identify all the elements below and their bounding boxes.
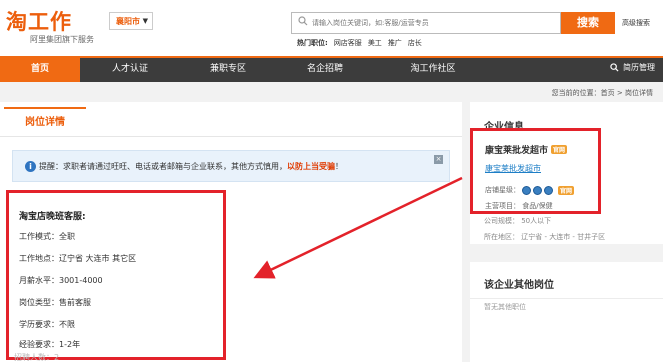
official-badge: 官网: [551, 145, 568, 154]
search-icon: [610, 63, 619, 72]
other-jobs-title: 该企业其他岗位: [484, 280, 554, 291]
city-select-value: 襄阳市: [116, 17, 140, 26]
company-name: 康宝莱批发超市 官网: [485, 143, 568, 156]
chevron-down-icon: ▼: [142, 17, 148, 25]
job-detail-row-cut: 招聘人数：2: [14, 353, 60, 362]
nav-item-famous-companies[interactable]: 名企招聘: [276, 58, 374, 82]
main-nav: 首页 人才认证 兼职专区 名企招聘 淘工作社区 简历管理: [0, 56, 663, 82]
notice-suffix: ！: [335, 162, 343, 171]
resume-management-link[interactable]: 简历管理: [610, 62, 655, 73]
hot-job-link[interactable]: 美工: [368, 38, 382, 48]
job-detail-row: 工作地点：辽宁省 大连市 其它区: [19, 254, 137, 263]
advanced-search-link[interactable]: 高级搜索: [622, 18, 650, 28]
header: 淘工作 阿里集团旗下服务 襄阳市 ▼ 搜索 高级搜索 热门职位: 网店客服 美工…: [0, 0, 663, 56]
tab-job-detail[interactable]: 岗位详情: [4, 107, 86, 137]
job-detail-row: 月薪水平：3001-4000: [19, 276, 103, 285]
search-box[interactable]: [291, 12, 561, 34]
hot-jobs: 热门职位: 网店客服 美工 推广 店长: [297, 38, 422, 48]
hot-job-link[interactable]: 网店客服: [334, 38, 362, 48]
notice-warning[interactable]: 以防上当受骗: [287, 162, 335, 171]
notice-prefix: 提醒：求职者请通过旺旺、电话或者邮箱与企业联系，其他方式慎用，: [39, 162, 287, 171]
site-logo[interactable]: 淘工作: [6, 6, 72, 36]
search-input[interactable]: [312, 16, 552, 30]
search-icon: [298, 16, 308, 26]
nav-item-talent-certification[interactable]: 人才认证: [80, 58, 180, 82]
job-detail-row: 岗位类型：售前客服: [19, 298, 91, 307]
nav-item-part-time[interactable]: 兼职专区: [180, 58, 276, 82]
company-scale: 公司规模： 50人以下: [484, 217, 552, 225]
hot-jobs-label: 热门职位:: [297, 39, 328, 47]
job-details-box: 淘宝店晚班客服: 工作模式：全职 工作地点：辽宁省 大连市 其它区 月薪水平：3…: [6, 190, 226, 360]
diamond-icon: [544, 185, 553, 195]
other-jobs-divider: [470, 298, 663, 299]
company-name-text: 康宝莱批发超市: [485, 146, 549, 156]
logo-subtitle: 阿里集团旗下服务: [30, 35, 94, 44]
nav-item-home[interactable]: 首页: [0, 58, 80, 82]
notice-text: 提醒：求职者请通过旺旺、电话或者邮箱与企业联系，其他方式慎用，以防上当受骗！: [39, 161, 343, 172]
main-business: 主营项目： 食品/保健: [485, 202, 553, 210]
diamond-icon: [533, 185, 542, 195]
safety-notice: i 提醒：求职者请通过旺旺、电话或者邮箱与企业联系，其他方式慎用，以防上当受骗！…: [12, 150, 450, 182]
hot-job-link[interactable]: 店长: [408, 38, 422, 48]
other-jobs-panel: 该企业其他岗位 暂无其他职位: [470, 262, 663, 362]
company-highlight-box: 康宝莱批发超市 官网 康宝莱批发超市 店铺星级： 官网 主营项目： 食品/保健: [470, 128, 601, 214]
job-title: 淘宝店晚班客服:: [19, 212, 86, 222]
other-jobs-empty: 暂无其他职位: [484, 303, 526, 311]
hot-job-link[interactable]: 推广: [388, 38, 402, 48]
shop-rating-label: 店铺星级：: [485, 186, 520, 194]
shop-rating: 店铺星级： 官网: [485, 185, 575, 195]
job-detail-row: 经验要求：1-2年: [19, 340, 81, 349]
info-icon: i: [25, 161, 36, 172]
close-icon[interactable]: ×: [434, 155, 443, 164]
diamond-icon: [522, 185, 531, 195]
resume-management-label: 简历管理: [623, 63, 655, 72]
tab-divider: [0, 136, 462, 137]
company-region: 所在地区： 辽宁省 - 大连市 - 甘井子区: [484, 233, 606, 241]
job-detail-row: 工作模式：全职: [19, 232, 75, 241]
nav-item-community[interactable]: 淘工作社区: [374, 58, 492, 82]
search-button[interactable]: 搜索: [561, 12, 615, 34]
breadcrumb: 您当前的位置：首页 > 岗位详情: [551, 89, 653, 97]
company-shop-link[interactable]: 康宝莱批发超市: [485, 163, 541, 174]
official-badge: 官网: [558, 185, 575, 195]
job-detail-row: 学历要求：不限: [19, 320, 75, 329]
city-select[interactable]: 襄阳市 ▼: [109, 12, 153, 30]
